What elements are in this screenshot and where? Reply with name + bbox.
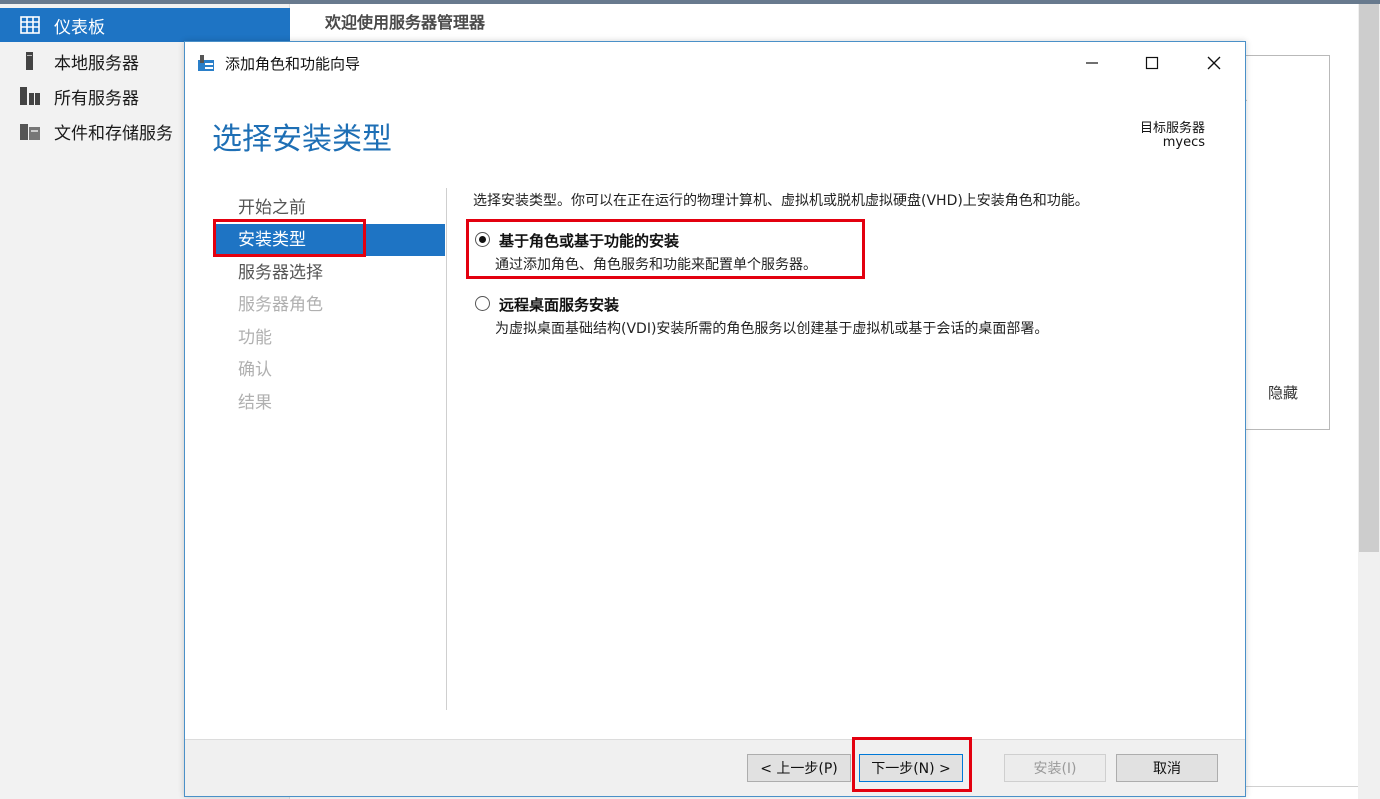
dialog-footer: < 上一步(P) 下一步(N) > 安装(I) 取消 [185, 739, 1245, 796]
local-server-icon [20, 52, 40, 70]
dialog-titlebar[interactable]: 添加角色和功能向导 [185, 42, 1245, 82]
minimize-icon [1086, 62, 1098, 64]
option-description: 通过添加角色、角色服务和功能来配置单个服务器。 [495, 257, 817, 273]
steps-divider [446, 188, 447, 710]
nav-label: 所有服务器 [54, 88, 139, 109]
cancel-button[interactable]: 取消 [1116, 754, 1218, 782]
target-server-label: 目标服务器 [1139, 121, 1205, 136]
all-servers-icon [20, 87, 40, 105]
nav-label: 本地服务器 [54, 53, 139, 74]
option-description: 为虚拟桌面基础结构(VDI)安装所需的角色服务以创建基于虚拟机或基于会话的桌面部… [495, 321, 1049, 337]
radio-remote-desktop[interactable] [475, 296, 490, 311]
next-button[interactable]: 下一步(N) > [859, 754, 963, 782]
dashboard-icon [20, 16, 40, 34]
step-before-you-begin[interactable]: 开始之前 [213, 192, 445, 224]
welcome-tile [1240, 55, 1330, 430]
welcome-title: 欢迎使用服务器管理器 [325, 13, 486, 32]
close-icon [1207, 56, 1221, 70]
step-confirmation: 确认 [238, 360, 272, 380]
close-button[interactable] [1190, 48, 1238, 78]
step-results: 结果 [238, 393, 272, 413]
wizard-icon [197, 54, 217, 72]
install-button: 安装(I) [1004, 754, 1106, 782]
intro-text: 选择安装类型。你可以在正在运行的物理计算机、虚拟机或脱机虚拟硬盘(VHD)上安装… [473, 193, 1089, 209]
step-server-roles: 服务器角色 [238, 295, 323, 315]
step-server-selection[interactable]: 服务器选择 [213, 257, 445, 289]
nav-label: 仪表板 [54, 17, 105, 38]
option-title: 基于角色或基于功能的安装 [499, 232, 680, 250]
target-server-value: myecs [1162, 135, 1205, 150]
file-storage-icon [20, 122, 40, 140]
option-title: 远程桌面服务安装 [499, 296, 620, 314]
radio-role-based[interactable] [475, 232, 490, 247]
hide-link[interactable]: 隐藏 [1268, 382, 1298, 403]
main-scrollbar-thumb[interactable] [1359, 4, 1379, 552]
page-heading: 选择安装类型 [212, 122, 392, 157]
step-installation-type[interactable]: 安装类型 [213, 224, 445, 256]
previous-button[interactable]: < 上一步(P) [747, 754, 851, 782]
nav-item-dashboard[interactable]: 仪表板 [0, 8, 290, 42]
nav-label: 文件和存储服务 [54, 123, 173, 144]
add-roles-wizard-dialog: 添加角色和功能向导 选择安装类型 目标服务器 myecs 开始之前 安装类型 服… [184, 41, 1246, 797]
dialog-title: 添加角色和功能向导 [225, 55, 361, 73]
step-features: 功能 [238, 328, 272, 348]
maximize-button[interactable] [1128, 48, 1176, 78]
minimize-button[interactable] [1068, 48, 1116, 78]
maximize-icon [1145, 56, 1159, 70]
